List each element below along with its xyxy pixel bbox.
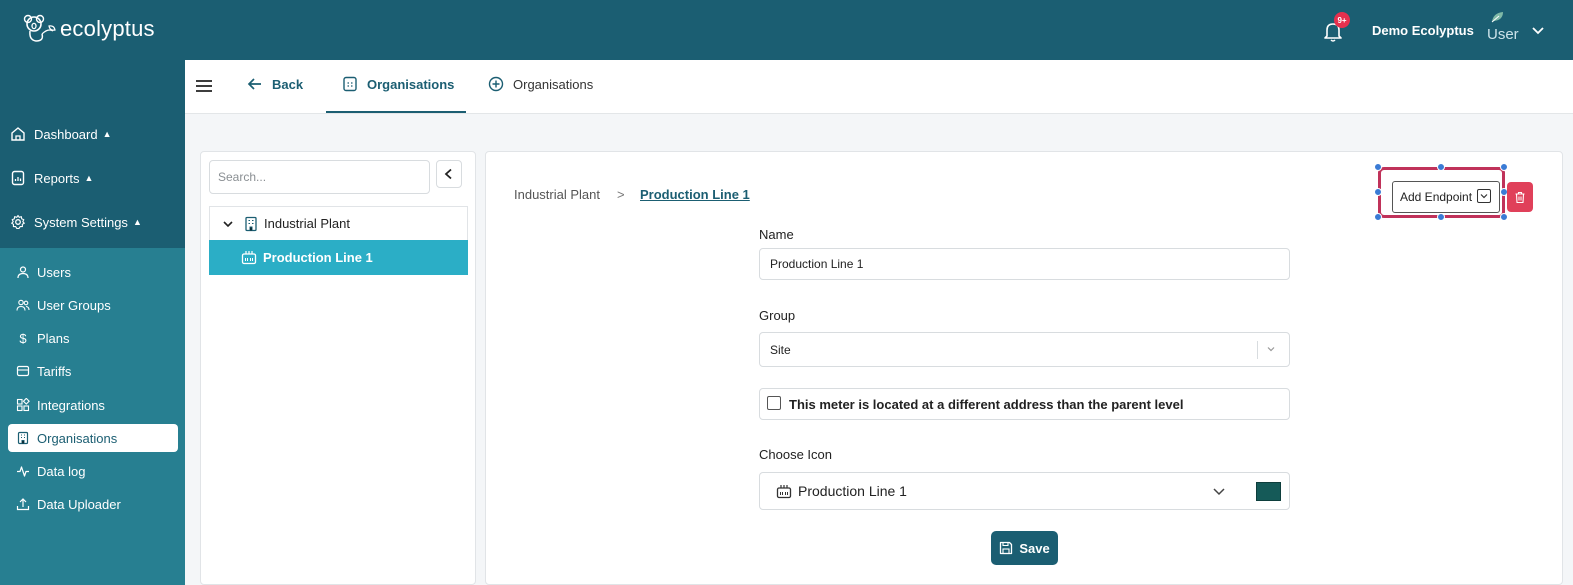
notification-badge: 9+ xyxy=(1334,12,1350,28)
resize-handle[interactable] xyxy=(1500,163,1508,171)
chevron-down-icon[interactable] xyxy=(1477,189,1491,203)
group-label: Group xyxy=(759,308,796,323)
tree-node-industrial-plant[interactable]: Industrial Plant xyxy=(209,206,468,240)
report-icon xyxy=(11,170,25,186)
integrations-icon xyxy=(16,398,30,412)
caret-up-icon: ▲ xyxy=(84,173,94,183)
tab-label: Organisations xyxy=(513,76,594,92)
floppy-icon xyxy=(1000,541,1013,555)
users-icon xyxy=(16,299,30,311)
caret-up-icon: ▲ xyxy=(132,217,142,227)
different-address-checkbox[interactable] xyxy=(767,396,781,410)
tab-organisations[interactable]: Organisations xyxy=(342,76,454,92)
resize-handle[interactable] xyxy=(1500,213,1508,221)
logo-text: ecolyptus xyxy=(60,16,155,41)
breadcrumb-root[interactable]: Industrial Plant xyxy=(514,187,600,202)
resize-handle[interactable] xyxy=(1437,213,1445,221)
building-icon xyxy=(245,216,257,231)
breadcrumb-separator: > xyxy=(617,187,625,202)
sidebar-item-label: Integrations xyxy=(37,397,105,413)
sidebar-item-data-uploader[interactable]: Data Uploader xyxy=(8,490,178,518)
home-icon xyxy=(11,127,25,141)
resize-handle[interactable] xyxy=(1437,163,1445,171)
sidebar-item-dashboard[interactable]: Dashboard ▲ xyxy=(10,126,112,142)
select-divider xyxy=(1257,341,1258,359)
sidebar-item-label: Reports xyxy=(34,170,80,186)
hamburger-menu-icon[interactable] xyxy=(195,77,213,95)
sidebar-item-label: Tariffs xyxy=(37,363,72,379)
trash-icon xyxy=(1515,191,1525,203)
resize-handle[interactable] xyxy=(1374,188,1382,196)
resize-handle[interactable] xyxy=(1374,163,1382,171)
chevron-down-icon[interactable] xyxy=(1212,484,1226,498)
name-field[interactable]: Production Line 1 xyxy=(759,248,1290,280)
avatar[interactable]: User xyxy=(1484,10,1520,44)
tree-node-production-line[interactable]: Production Line 1 xyxy=(209,240,468,275)
save-button[interactable]: Save xyxy=(991,531,1058,565)
search-input[interactable] xyxy=(209,160,430,194)
sidebar-item-label: Data log xyxy=(37,463,86,479)
sidebar-item-system-settings[interactable]: System Settings ▲ xyxy=(10,214,142,230)
add-endpoint-label: Add Endpoint xyxy=(1400,190,1473,204)
sidebar-item-users[interactable]: Users xyxy=(8,258,178,286)
chevron-left-icon xyxy=(444,168,452,180)
choose-icon-label: Choose Icon xyxy=(759,447,832,462)
upload-icon xyxy=(16,498,30,511)
active-tab-indicator xyxy=(326,111,466,113)
chevron-down-icon[interactable] xyxy=(222,218,234,230)
group-value: Site xyxy=(770,342,791,357)
chevron-down-icon[interactable] xyxy=(1266,344,1276,354)
group-select[interactable]: Site xyxy=(759,332,1290,367)
arrow-left-icon xyxy=(247,78,261,90)
checkbox-label[interactable]: This meter is located at a different add… xyxy=(789,397,1183,412)
dollar-icon: $ xyxy=(19,330,27,346)
factory-icon xyxy=(776,484,792,498)
breadcrumb-current[interactable]: Production Line 1 xyxy=(640,187,750,202)
sidebar-item-organisations[interactable]: Organisations xyxy=(8,424,178,452)
building-icon xyxy=(17,431,29,445)
chevron-down-icon[interactable] xyxy=(1530,22,1546,38)
save-label: Save xyxy=(1019,540,1050,556)
tree-node-label: Production Line 1 xyxy=(263,250,373,265)
sidebar-item-label: Data Uploader xyxy=(37,496,121,512)
user-name[interactable]: Demo Ecolyptus xyxy=(1372,23,1474,38)
avatar-text: User xyxy=(1487,26,1519,43)
sidebar-item-label: Plans xyxy=(37,330,70,346)
caret-up-icon: ▲ xyxy=(102,129,112,139)
sidebar-item-reports[interactable]: Reports ▲ xyxy=(10,170,93,186)
tab-label: Organisations xyxy=(367,76,455,92)
sidebar-item-plans[interactable]: $ Plans xyxy=(8,324,178,352)
sidebar-item-label: Users xyxy=(37,264,71,280)
sidebar-item-data-log[interactable]: Data log xyxy=(8,457,178,485)
sidebar-item-integrations[interactable]: Integrations xyxy=(8,391,178,419)
icon-value: Production Line 1 xyxy=(798,483,907,499)
sidebar-item-user-groups[interactable]: User Groups xyxy=(8,291,178,319)
plus-circle-icon xyxy=(488,76,504,92)
name-label: Name xyxy=(759,227,794,242)
koala-logo-icon xyxy=(23,14,56,42)
leaf-icon xyxy=(1491,12,1503,23)
sidebar-item-label: Organisations xyxy=(37,430,118,446)
logo[interactable]: ecolyptus xyxy=(22,12,155,46)
factory-icon xyxy=(241,251,257,265)
back-label: Back xyxy=(272,76,304,92)
collapse-panel-button[interactable] xyxy=(436,160,462,188)
user-icon xyxy=(17,266,29,279)
tariff-icon xyxy=(16,365,30,377)
icon-color-picker[interactable] xyxy=(1256,482,1281,501)
gear-icon xyxy=(11,214,25,230)
delete-button[interactable] xyxy=(1507,182,1533,212)
back-button[interactable]: Back xyxy=(247,76,303,92)
document-icon xyxy=(343,76,357,92)
pulse-icon xyxy=(17,466,29,477)
sidebar-item-label: Dashboard xyxy=(34,126,98,142)
name-value: Production Line 1 xyxy=(770,257,864,271)
sidebar-item-label: System Settings xyxy=(34,214,128,230)
tree-node-label: Industrial Plant xyxy=(264,216,350,231)
sidebar-item-tariffs[interactable]: Tariffs xyxy=(8,357,178,385)
resize-handle[interactable] xyxy=(1374,213,1382,221)
sidebar-item-label: User Groups xyxy=(37,297,111,313)
icon-select[interactable]: Production Line 1 xyxy=(759,472,1290,510)
tab-add-organisations[interactable]: Organisations xyxy=(488,76,593,92)
